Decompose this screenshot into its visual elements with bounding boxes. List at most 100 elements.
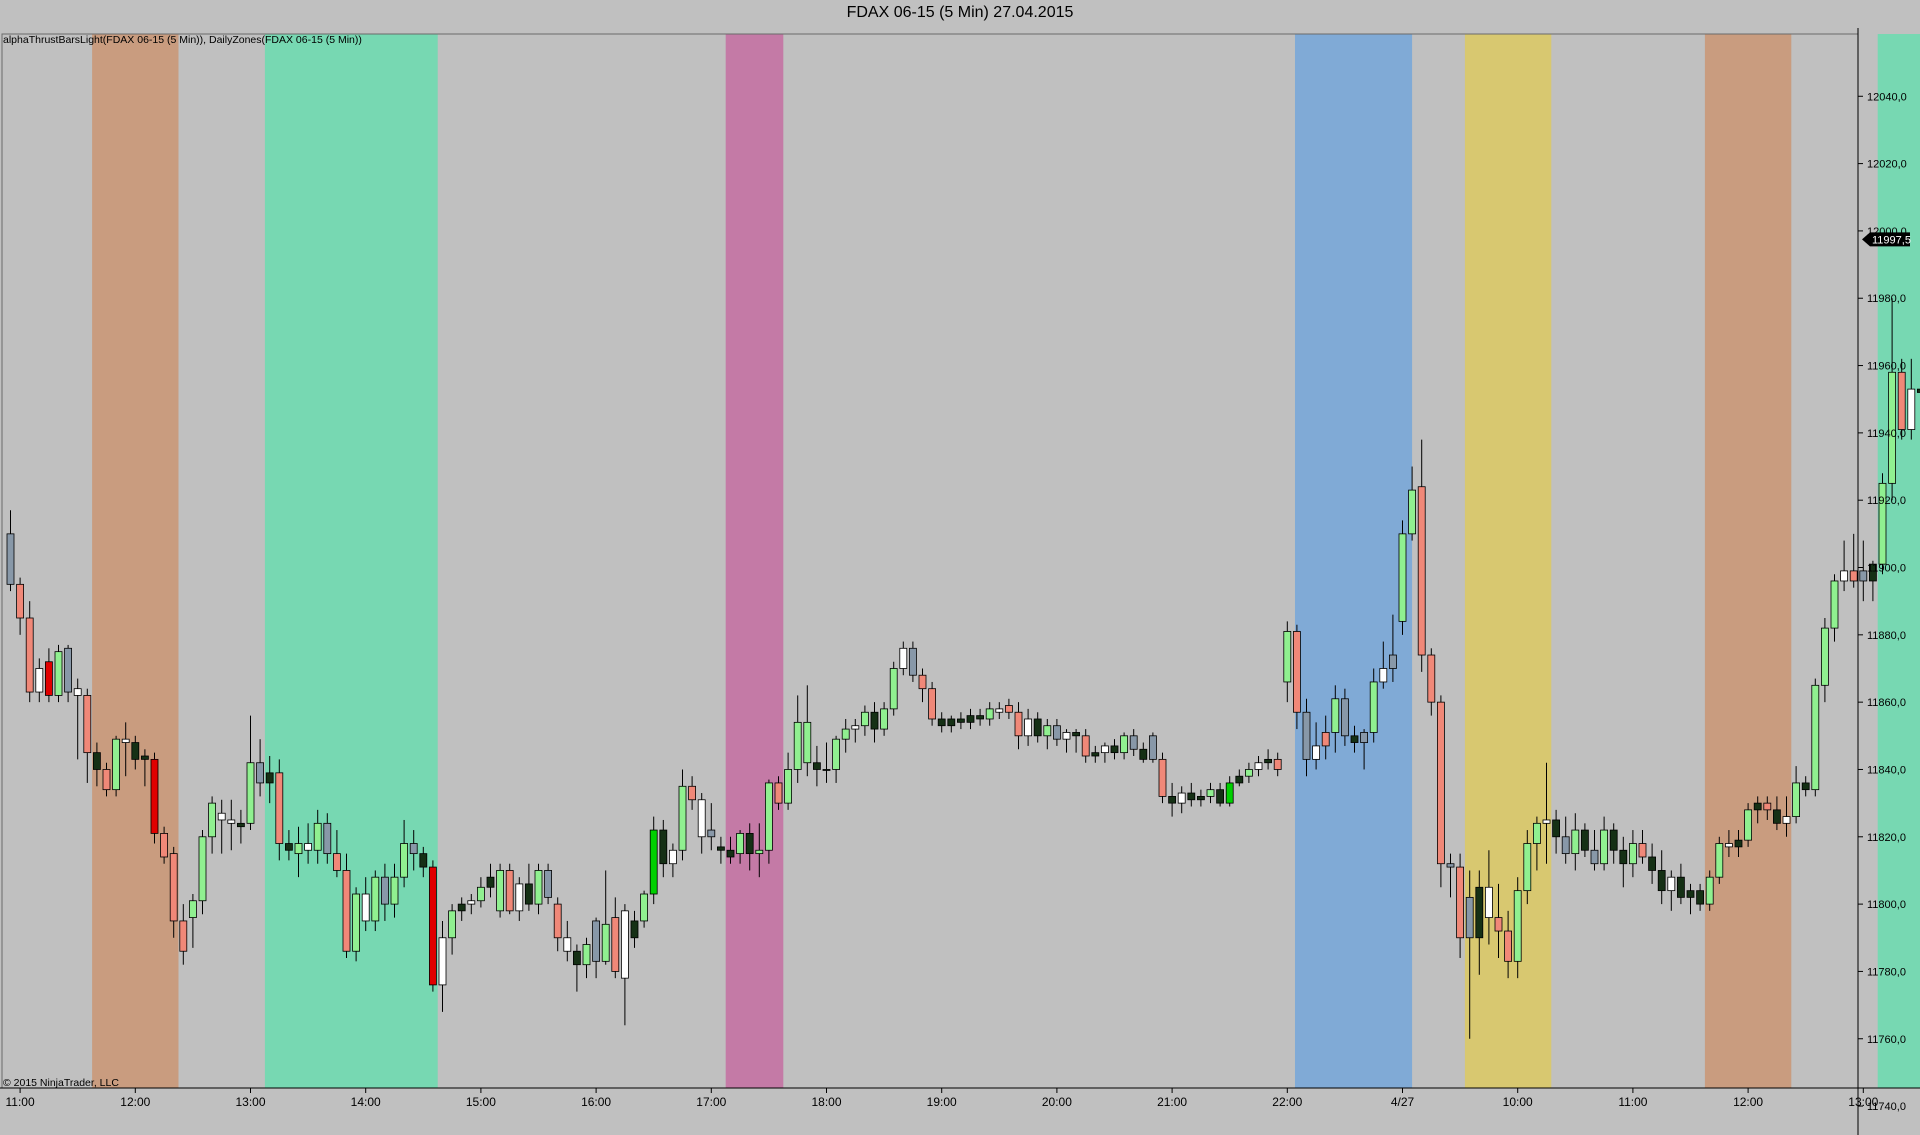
candle-body bbox=[525, 883, 533, 905]
candle-body bbox=[1638, 843, 1647, 858]
candle-body bbox=[1091, 752, 1100, 757]
candle-body bbox=[592, 920, 600, 962]
candle-body bbox=[371, 876, 380, 922]
candle-body bbox=[1293, 631, 1301, 713]
candle-67 bbox=[649, 816, 658, 905]
candle-body bbox=[851, 725, 860, 730]
candle-188 bbox=[1811, 678, 1820, 797]
candle-body bbox=[553, 903, 562, 939]
x-tick-label: 17:00 bbox=[696, 1095, 726, 1109]
candle-119 bbox=[1149, 732, 1157, 763]
candle-body bbox=[265, 772, 274, 784]
candle-body bbox=[1686, 890, 1695, 898]
candle-body bbox=[774, 782, 783, 804]
candle-body bbox=[621, 910, 629, 979]
candle-body bbox=[1302, 711, 1311, 760]
zone-1 bbox=[264, 34, 438, 1088]
candle-body bbox=[822, 769, 831, 771]
candle-body bbox=[1801, 782, 1810, 791]
candle-body bbox=[1129, 735, 1138, 750]
candle-body bbox=[918, 674, 927, 690]
candle-body bbox=[496, 870, 505, 912]
candle-body bbox=[1446, 863, 1455, 868]
candle-body bbox=[1062, 732, 1071, 740]
candle-body bbox=[1312, 745, 1320, 760]
candle-body bbox=[6, 533, 15, 585]
y-tick-label: 11860,0 bbox=[1867, 697, 1906, 709]
candle-body bbox=[736, 833, 744, 855]
candle-body bbox=[678, 785, 687, 851]
candle-52 bbox=[505, 863, 514, 915]
candle-body bbox=[448, 910, 457, 939]
candle-body bbox=[1533, 822, 1541, 844]
candle-body bbox=[1513, 890, 1522, 962]
last-price-marker: 11997,5 bbox=[1862, 232, 1911, 247]
candle-body bbox=[1849, 570, 1858, 582]
candle-body bbox=[976, 715, 984, 720]
last-price-label: 11997,5 bbox=[1872, 234, 1911, 246]
candle-body bbox=[1072, 732, 1080, 737]
candle-body bbox=[1523, 843, 1532, 892]
chart-window: FDAX 06-15 (5 Min) 27.04.2015 11740,0 117… bbox=[0, 0, 1920, 1135]
candle-body bbox=[256, 762, 265, 784]
candle-body bbox=[1792, 782, 1800, 817]
y-tick-label: 12020,0 bbox=[1867, 159, 1907, 171]
candle-178 bbox=[1715, 836, 1724, 884]
candle-body bbox=[1907, 388, 1916, 430]
candle-body bbox=[1341, 698, 1349, 737]
candle-body bbox=[957, 718, 965, 723]
y-tick-label: 11820,0 bbox=[1867, 832, 1906, 844]
candle-body bbox=[1427, 654, 1436, 703]
candle-181 bbox=[1744, 803, 1752, 847]
x-tick-label: 13:00 bbox=[1848, 1095, 1878, 1109]
candle-body bbox=[1504, 930, 1512, 962]
candle-body bbox=[1581, 829, 1589, 851]
candle-body bbox=[870, 711, 879, 730]
candle-body bbox=[765, 782, 773, 851]
indicator-label: alphaThrustBarsLight(FDAX 06-15 (5 Min))… bbox=[3, 34, 362, 46]
y-tick-label: 11980,0 bbox=[1867, 293, 1906, 305]
candle-body bbox=[1024, 718, 1032, 737]
candle-body bbox=[1139, 748, 1148, 760]
y-tick-label: 11800,0 bbox=[1867, 899, 1906, 911]
candle-body bbox=[1744, 809, 1752, 841]
candlestick-chart[interactable]: 11740,011760,011780,011800,011820,011840… bbox=[0, 28, 1920, 1135]
candle-body bbox=[1667, 876, 1676, 892]
candle-body bbox=[1053, 725, 1061, 740]
zone-2 bbox=[725, 34, 784, 1088]
candle-body bbox=[428, 866, 437, 986]
candle-body bbox=[16, 583, 25, 619]
candle-body bbox=[1005, 705, 1013, 713]
candle-body bbox=[140, 755, 149, 760]
candle-body bbox=[573, 950, 581, 966]
candle-body bbox=[227, 819, 236, 824]
candle-body bbox=[419, 853, 428, 868]
candle-body bbox=[1331, 698, 1340, 733]
candle-body bbox=[1369, 681, 1378, 733]
candle-body bbox=[726, 849, 735, 858]
candle-body bbox=[64, 647, 72, 693]
candle-body bbox=[1465, 896, 1474, 939]
candle-body bbox=[1897, 371, 1906, 430]
candle-body bbox=[390, 876, 399, 905]
candle-body bbox=[1273, 758, 1282, 770]
candle-body bbox=[275, 772, 284, 844]
candle-body bbox=[928, 688, 936, 720]
candle-149 bbox=[1437, 695, 1445, 888]
candle-body bbox=[515, 883, 524, 912]
candle-body bbox=[1408, 489, 1416, 535]
x-tick-label: 21:00 bbox=[1157, 1095, 1187, 1109]
candle-body bbox=[45, 661, 53, 696]
candle-body bbox=[380, 876, 389, 905]
candle-body bbox=[861, 711, 869, 727]
y-tick-label: 12040,0 bbox=[1867, 91, 1907, 103]
candle-body bbox=[332, 853, 341, 871]
candle-body bbox=[83, 695, 92, 754]
candle-96 bbox=[928, 681, 936, 726]
candle-body bbox=[832, 738, 840, 770]
candle-body bbox=[688, 785, 696, 801]
x-tick-label: 15:00 bbox=[466, 1095, 496, 1109]
candle-body bbox=[1657, 870, 1666, 892]
candle-body bbox=[1705, 876, 1714, 905]
candle-92 bbox=[889, 661, 898, 716]
